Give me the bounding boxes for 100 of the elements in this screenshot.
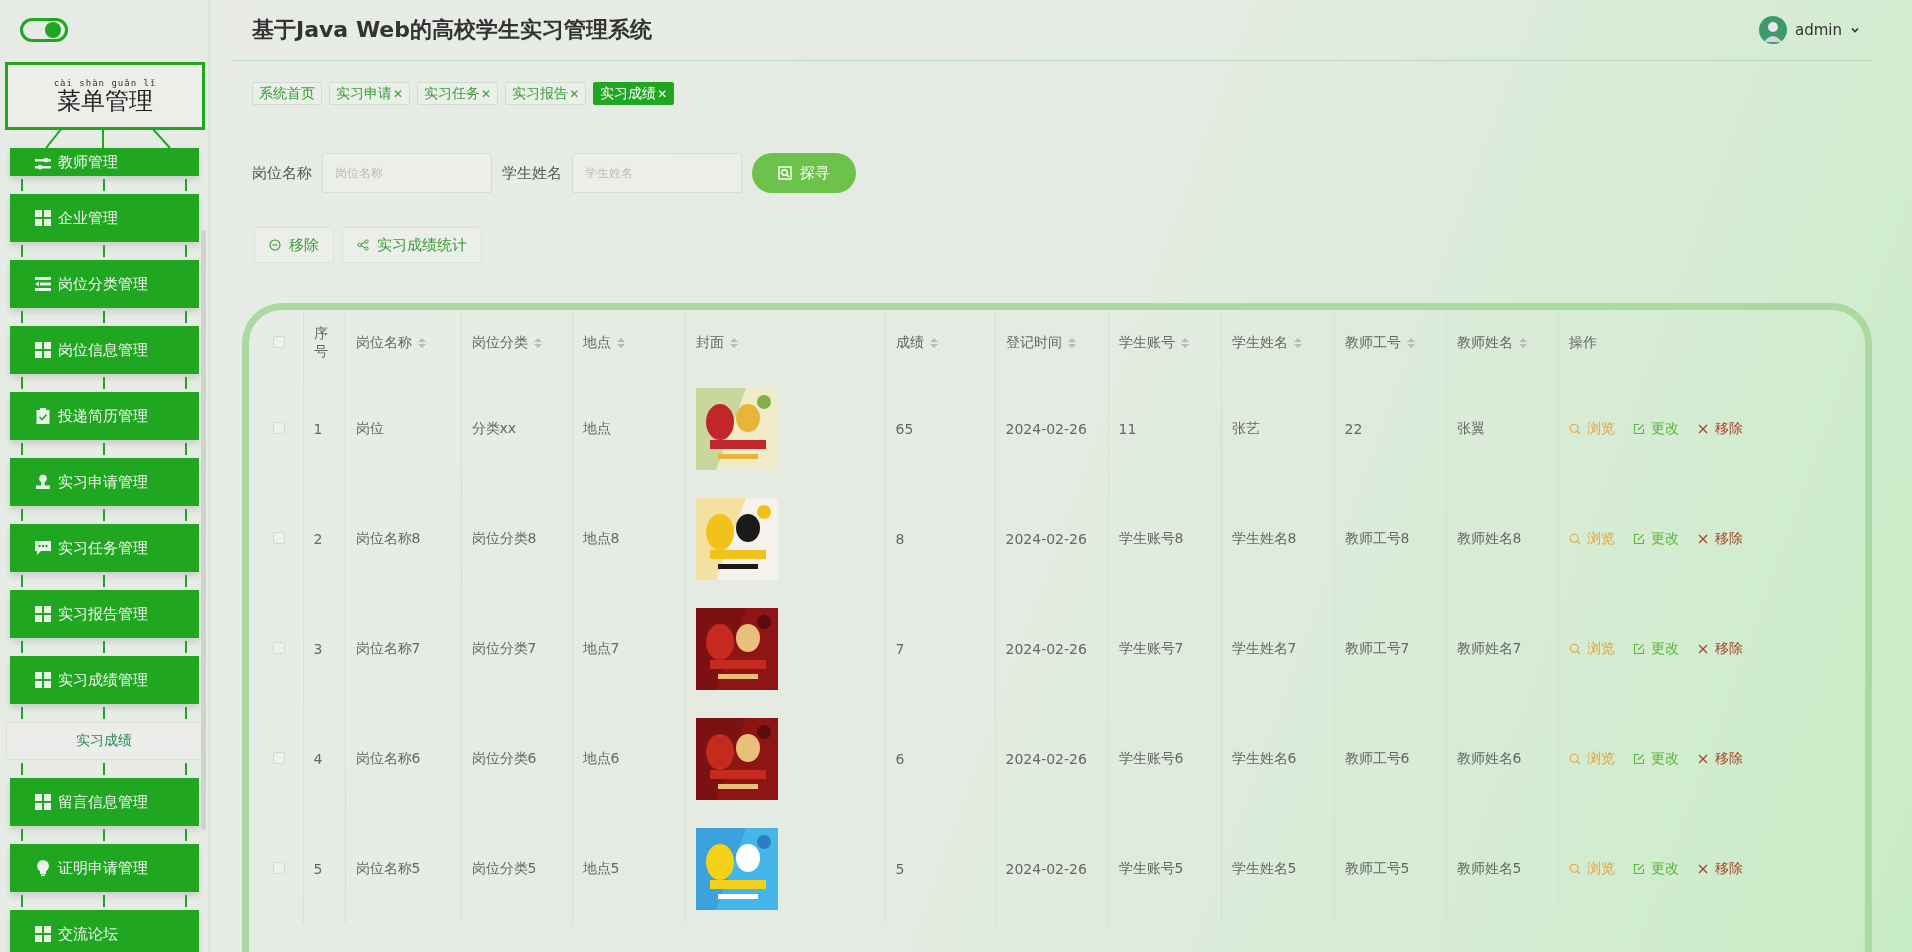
column-header: 操作 — [1568, 334, 1597, 352]
chat-icon — [35, 540, 51, 556]
search-icon — [1568, 753, 1581, 765]
table-cell: 教师姓名8 — [1456, 530, 1522, 546]
edit-icon — [1632, 863, 1645, 875]
table-cell: 学生姓名8 — [1231, 530, 1297, 546]
table-cell: 1 — [313, 421, 323, 437]
table-cell: 教师工号8 — [1344, 530, 1410, 546]
view-link[interactable]: 浏览 — [1568, 640, 1615, 658]
column-header[interactable]: 岗位名称 — [355, 334, 426, 352]
table-cell: 教师姓名6 — [1456, 750, 1522, 766]
sidebar-item[interactable]: 留言信息管理 — [10, 778, 199, 826]
view-link[interactable]: 浏览 — [1568, 750, 1615, 768]
column-header[interactable]: 封面 — [695, 334, 738, 352]
table-cell: 学生账号6 — [1118, 750, 1184, 766]
search-button[interactable]: 探寻 — [752, 153, 856, 193]
close-icon — [1696, 643, 1709, 655]
search-icon — [778, 166, 792, 180]
column-header[interactable]: 成绩 — [895, 334, 938, 352]
checkbox[interactable] — [273, 422, 285, 434]
edit-link[interactable]: 更改 — [1632, 750, 1679, 768]
sidebar-item[interactable]: 实习报告管理 — [10, 590, 199, 638]
delete-link[interactable]: 移除 — [1696, 530, 1743, 548]
sort-icon[interactable] — [1180, 337, 1189, 349]
sidebar-item[interactable]: 企业管理 — [10, 194, 199, 242]
table-cell: 岗位名称6 — [355, 750, 421, 766]
column-header[interactable]: 学生姓名 — [1231, 334, 1302, 352]
sort-icon[interactable] — [1067, 337, 1076, 349]
view-link[interactable]: 浏览 — [1568, 420, 1615, 438]
delete-link[interactable]: 移除 — [1696, 420, 1743, 438]
table-cell: 岗位分类6 — [471, 750, 537, 766]
edit-link[interactable]: 更改 — [1632, 640, 1679, 658]
scrollbar[interactable] — [201, 230, 206, 830]
edit-link[interactable]: 更改 — [1632, 860, 1679, 878]
sort-icon[interactable] — [616, 337, 625, 349]
table-cell: 学生姓名7 — [1231, 640, 1297, 656]
table-cell: 22 — [1344, 421, 1363, 437]
delete-link[interactable]: 移除 — [1696, 860, 1743, 878]
table-cell: 2024-02-26 — [1005, 861, 1087, 877]
column-header[interactable]: 教师工号 — [1344, 334, 1415, 352]
sort-icon[interactable] — [1406, 337, 1415, 349]
table-cell: 分类xx — [471, 420, 517, 436]
column-header[interactable]: 登记时间 — [1005, 334, 1076, 352]
sort-icon[interactable] — [729, 337, 738, 349]
sidebar-item[interactable]: 教师管理 — [10, 148, 199, 176]
edit-icon — [1632, 643, 1645, 655]
sidebar-toggle[interactable] — [20, 18, 68, 42]
table-cell: 张翼 — [1456, 420, 1485, 436]
column-header[interactable]: 学生账号 — [1118, 334, 1189, 352]
sidebar-item[interactable]: 投递简历管理 — [10, 392, 199, 440]
sort-icon[interactable] — [1293, 337, 1302, 349]
table-cell: 6 — [895, 751, 905, 767]
sidebar-item[interactable]: 实习任务管理 — [10, 524, 199, 572]
edit-icon — [1632, 423, 1645, 435]
tab[interactable]: 实习任务✕ — [417, 82, 499, 105]
tab[interactable]: 实习报告✕ — [505, 82, 587, 105]
column-header[interactable]: 地点 — [582, 334, 625, 352]
sort-icon[interactable] — [929, 337, 938, 349]
tab[interactable]: 实习成绩✕ — [593, 82, 675, 105]
sort-icon[interactable] — [1518, 337, 1527, 349]
sidebar-item[interactable]: 证明申请管理 — [10, 844, 199, 892]
view-link[interactable]: 浏览 — [1568, 860, 1615, 878]
remove-button[interactable]: 移除 — [254, 227, 334, 263]
checkbox[interactable] — [273, 862, 285, 874]
table-cell: 2024-02-26 — [1005, 641, 1087, 657]
sidebar-item[interactable]: 岗位信息管理 — [10, 326, 199, 374]
sidebar-item[interactable]: 岗位分类管理 — [10, 260, 199, 308]
clipboard-icon — [35, 408, 51, 424]
column-header[interactable]: 岗位分类 — [471, 334, 542, 352]
table-cell: 岗位分类8 — [471, 530, 537, 546]
sort-icon[interactable] — [533, 337, 542, 349]
column-header[interactable]: 教师姓名 — [1456, 334, 1527, 352]
user-menu[interactable]: admin — [1795, 21, 1842, 39]
column-header: 序号 — [313, 325, 329, 361]
checkbox[interactable] — [273, 336, 285, 348]
table-cell: 7 — [895, 641, 905, 657]
checkbox[interactable] — [273, 642, 285, 654]
sidebar-item[interactable]: 实习成绩管理 — [10, 656, 199, 704]
sort-icon[interactable] — [417, 337, 426, 349]
sidebar-subitem[interactable]: 实习成绩 — [6, 722, 202, 760]
checkbox[interactable] — [273, 532, 285, 544]
chevron-down-icon[interactable] — [1850, 25, 1860, 35]
sidebar-item[interactable]: 实习申请管理 — [10, 458, 199, 506]
edit-link[interactable]: 更改 — [1632, 530, 1679, 548]
close-icon — [1696, 533, 1709, 545]
avatar-icon[interactable] — [1759, 16, 1787, 44]
table-cell: 学生账号7 — [1118, 640, 1184, 656]
checkbox[interactable] — [273, 752, 285, 764]
pinyin-text: cài shàn guǎn lǐ — [53, 77, 157, 88]
sidebar-item[interactable]: 交流论坛 — [10, 910, 199, 952]
tab[interactable]: 系统首页 — [252, 82, 322, 105]
search-icon — [1568, 643, 1581, 655]
delete-link[interactable]: 移除 — [1696, 640, 1743, 658]
edit-link[interactable]: 更改 — [1632, 420, 1679, 438]
edit-icon — [1632, 753, 1645, 765]
statistics-button[interactable]: 实习成绩统计 — [342, 227, 482, 263]
table-cell: 2024-02-26 — [1005, 421, 1087, 437]
tab[interactable]: 实习申请✕ — [329, 82, 411, 105]
view-link[interactable]: 浏览 — [1568, 530, 1615, 548]
delete-link[interactable]: 移除 — [1696, 750, 1743, 768]
